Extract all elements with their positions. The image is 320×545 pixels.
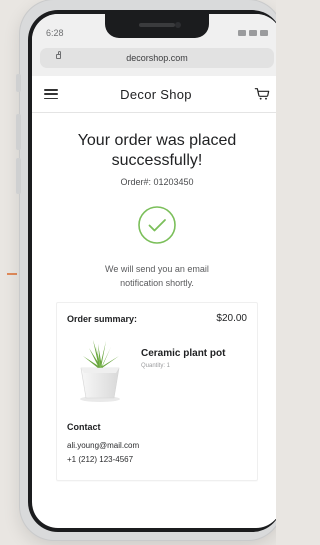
contact-label: Contact [67,422,101,432]
app-header: Decor Shop [32,76,276,113]
accent-line [7,273,17,275]
menu-line [44,93,58,95]
email-notice: We will send you an email notification s… [48,262,266,290]
contact-email: ali.young@mail.com [67,441,140,450]
confirmation-title-line2: successfully! [111,152,203,169]
phone-side-button [16,74,21,92]
brand-title: Decor Shop [120,86,192,102]
order-number: Order#: 01203450 [120,177,194,187]
order-summary-label: Order summary: [67,313,138,324]
product-quantity: Quantity: 1 [141,363,171,369]
phone-frame: 6:28 decorshop.com Decor Shop Your order… [16,0,276,540]
signal-icon [238,30,246,36]
phone-notch [105,14,209,38]
menu-line [44,97,58,99]
browser-top-bar: 6:28 decorshop.com [32,14,276,76]
address-bar[interactable]: decorshop.com [40,48,274,68]
contact-phone: +1 (212) 123-4567 [67,455,134,464]
check-circle-icon [138,206,176,244]
shopping-cart-icon[interactable] [254,87,270,101]
battery-icon [260,30,268,36]
phone-volume-up-button [16,114,21,150]
confirmation-title: Your order was placed successfully! [48,131,266,171]
order-summary-row: Order summary: $20.00 [67,313,247,324]
status-time: 6:28 [46,28,64,38]
phone-bezel: 6:28 decorshop.com Decor Shop Your order… [28,10,276,532]
email-notice-line2: notification shortly. [120,278,194,288]
phone-camera [175,22,181,28]
mockup-stage: 6:28 decorshop.com Decor Shop Your order… [0,0,276,545]
product-image [80,340,120,402]
lock-icon [56,51,61,59]
product-name: Ceramic plant pot [141,348,226,359]
confirmation-title-line1: Your order was placed [77,132,237,149]
phone-screen: 6:28 decorshop.com Decor Shop Your order… [32,14,276,528]
phone-volume-down-button [16,158,21,194]
email-notice-line1: We will send you an email [105,264,209,274]
hamburger-menu-icon[interactable] [44,89,58,99]
order-summary-card: Order summary: $20.00 Ceramic plant pot … [56,302,258,481]
phone-speaker [139,23,175,27]
address-url: decorshop.com [126,53,188,63]
order-confirmation: Your order was placed successfully! Orde… [32,113,276,481]
wifi-icon [249,30,257,36]
menu-line [44,89,58,91]
status-icons [238,30,268,36]
order-item: Ceramic plant pot Quantity: 1 [67,334,247,404]
order-total: $20.00 [216,313,247,324]
product-info: Ceramic plant pot Quantity: 1 [141,334,225,369]
